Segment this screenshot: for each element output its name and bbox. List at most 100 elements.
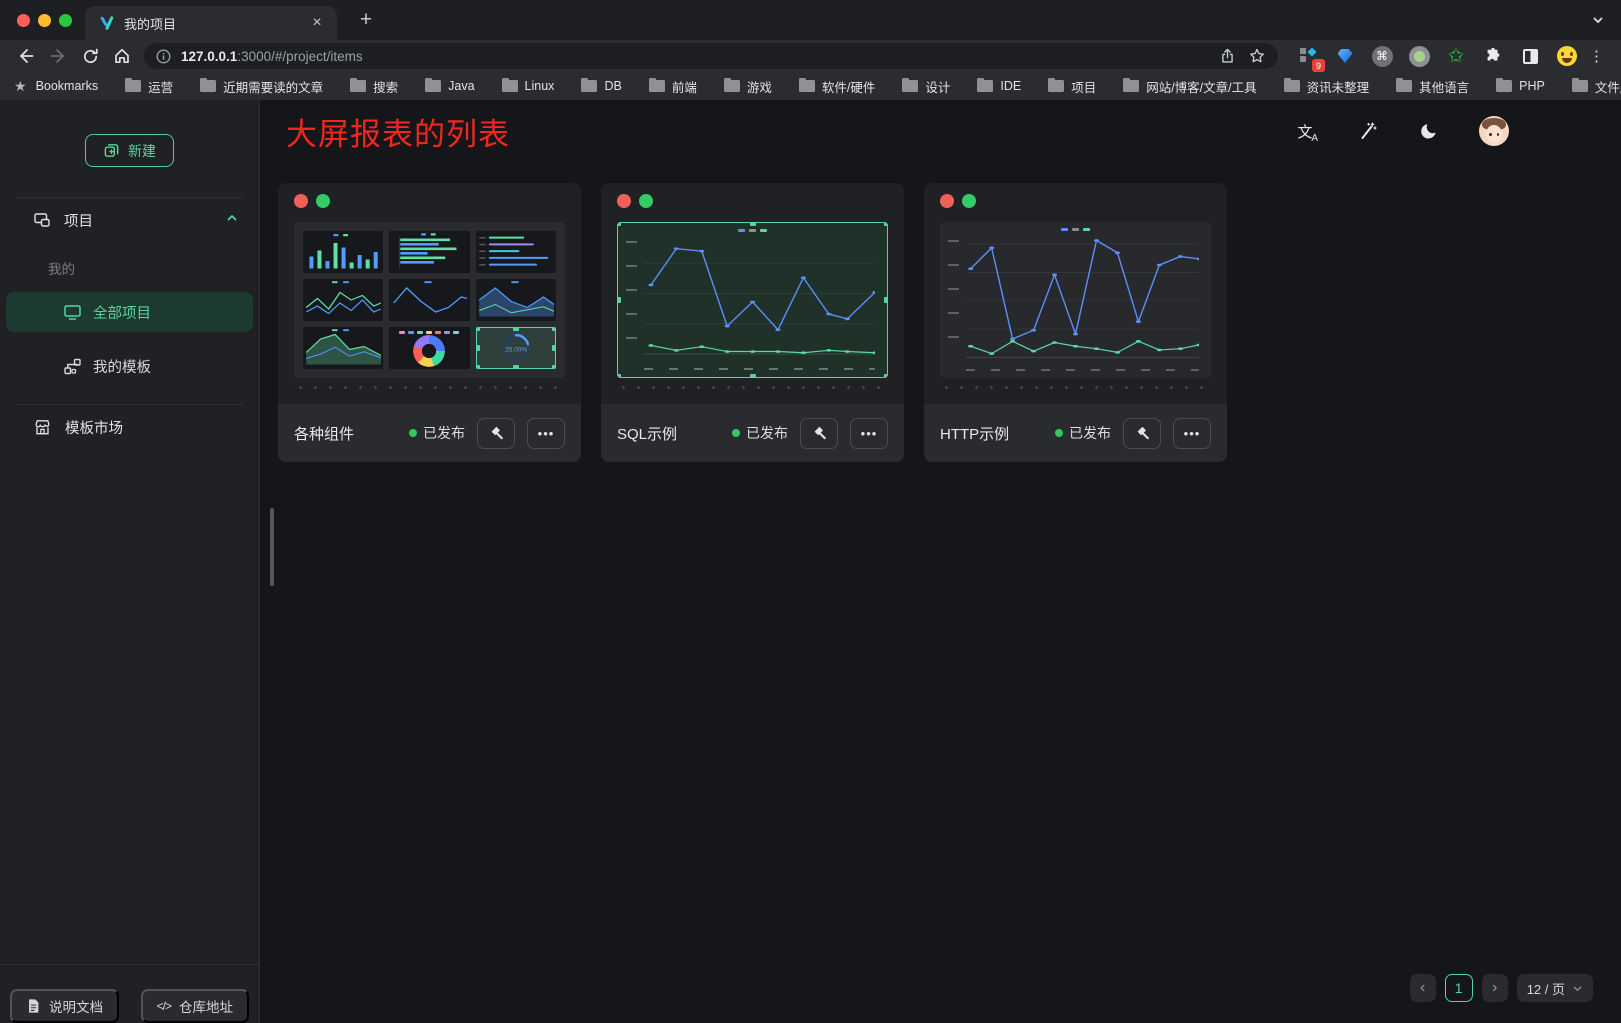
language-icon[interactable]: 文A <box>1293 119 1317 143</box>
dark-mode-moon-icon[interactable] <box>1417 119 1441 143</box>
repo-button[interactable]: </> 仓库地址 <box>141 989 249 1023</box>
tab-search-chevron-icon[interactable] <box>1591 13 1605 27</box>
bookmark-folder[interactable]: Linux <box>502 79 555 93</box>
chart-legend <box>940 228 1211 231</box>
bookmark-folder[interactable]: 游戏 <box>724 77 772 96</box>
extension-grid-icon[interactable]: 9 <box>1296 44 1320 68</box>
folder-icon <box>977 80 993 92</box>
magic-wand-icon[interactable] <box>1355 119 1379 143</box>
bookmarks-label[interactable]: Bookmarks <box>36 79 99 93</box>
site-info-icon[interactable] <box>155 48 172 65</box>
bookmark-folder[interactable]: 其他语言 <box>1396 77 1469 96</box>
reload-button[interactable] <box>77 43 103 69</box>
bookmark-folder[interactable]: Java <box>425 79 474 93</box>
extension-badge: 9 <box>1312 59 1325 72</box>
extension-green-dot-icon[interactable] <box>1407 44 1431 68</box>
bookmark-folder[interactable]: 近期需要读的文章 <box>200 77 323 96</box>
red-dot-icon <box>617 194 631 208</box>
extension-puzzle-icon[interactable] <box>1481 44 1505 68</box>
bookmark-folder[interactable]: 资讯未整理 <box>1284 77 1370 96</box>
current-page-button[interactable]: 1 <box>1445 974 1473 1002</box>
more-button[interactable]: ••• <box>850 418 888 449</box>
home-button[interactable] <box>109 43 135 69</box>
extension-halfsquare-icon[interactable] <box>1518 44 1542 68</box>
docs-button[interactable]: 说明文档 <box>10 989 119 1023</box>
user-avatar[interactable] <box>1479 116 1509 146</box>
card-thumbnail[interactable] <box>940 222 1211 378</box>
mini-line-chart <box>303 279 383 321</box>
edit-button[interactable] <box>800 418 838 449</box>
project-card[interactable]: HTTP示例 已发布 ••• <box>924 183 1227 462</box>
edit-button[interactable] <box>477 418 515 449</box>
green-dot-icon <box>316 194 330 208</box>
card-thumbnail[interactable]: 25.00% <box>294 222 565 378</box>
sidebar-item-my-templates[interactable]: 我的模板 <box>6 346 253 386</box>
project-card[interactable]: SQL示例 已发布 ••• <box>601 183 904 462</box>
bookmark-folder[interactable]: 网站/博客/文章/工具 <box>1123 77 1256 96</box>
bookmark-folder[interactable]: 前端 <box>649 77 697 96</box>
bookmark-folder[interactable]: 搜索 <box>350 77 398 96</box>
main-content: 大屏报表的列表 文A <box>260 100 1621 1023</box>
window-zoom-button[interactable] <box>59 14 72 27</box>
more-button[interactable]: ••• <box>527 418 565 449</box>
edit-button[interactable] <box>1123 418 1161 449</box>
template-flow-icon <box>63 357 82 376</box>
prev-page-button[interactable]: ‹ <box>1410 974 1436 1002</box>
window-minimize-button[interactable] <box>38 14 51 27</box>
bookmark-folder[interactable]: DB <box>581 79 621 93</box>
folder-icon <box>1123 80 1139 92</box>
project-card[interactable]: 25.00% 各种组件 已发布 <box>278 183 581 462</box>
address-bar[interactable]: 127.0.0.1:3000/#/project/items <box>144 43 1278 69</box>
bookmark-folder[interactable]: 设计 <box>902 77 950 96</box>
bookmark-star-icon[interactable] <box>1246 45 1268 67</box>
bookmark-folder[interactable]: 软件/硬件 <box>799 77 875 96</box>
bookmarks-star-icon[interactable]: ★ <box>14 78 27 95</box>
browser-toolbar: 127.0.0.1:3000/#/project/items 9 ⌘ ✩ ⋮ <box>0 40 1621 72</box>
new-project-button[interactable]: 新建 <box>85 134 174 167</box>
extension-gem-icon[interactable] <box>1333 44 1357 68</box>
folder-icon <box>581 80 597 92</box>
chevron-up-icon[interactable] <box>225 211 239 229</box>
window-close-button[interactable] <box>17 14 30 27</box>
scrollbar-thumb[interactable] <box>270 508 274 586</box>
share-icon[interactable] <box>1216 45 1238 67</box>
card-thumbnail[interactable] <box>617 222 888 378</box>
line-chart-selected <box>617 222 888 378</box>
extension-smiley-icon[interactable] <box>1555 44 1579 68</box>
line-chart <box>940 222 1211 378</box>
browser-tab[interactable]: 我的项目 × <box>85 6 337 40</box>
forward-button[interactable] <box>45 43 71 69</box>
y-axis-ticks <box>626 241 637 357</box>
bookmark-folder[interactable]: 文件服务器 <box>1572 77 1621 96</box>
tab-close-icon[interactable]: × <box>307 13 327 33</box>
bookmark-folder[interactable]: IDE <box>977 79 1021 93</box>
green-dot-icon <box>962 194 976 208</box>
url-path: :3000/#/project/items <box>237 49 362 64</box>
sidebar-item-all-projects[interactable]: 全部项目 <box>6 292 253 332</box>
back-button[interactable] <box>13 43 39 69</box>
app-header: 大屏报表的列表 文A <box>260 100 1621 162</box>
browser-menu-icon[interactable]: ⋮ <box>1589 47 1605 65</box>
bookmark-folder[interactable]: 运营 <box>125 77 173 96</box>
extension-green-star-icon[interactable]: ✩ <box>1444 44 1468 68</box>
mini-area-chart-green <box>303 327 383 369</box>
folder-icon <box>125 80 141 92</box>
folder-icon <box>902 80 918 92</box>
new-tab-button[interactable]: + <box>353 7 379 33</box>
sidebar-item-template-market[interactable]: 模板市场 <box>0 405 259 449</box>
sidebar-section-project[interactable]: 项目 <box>0 198 259 242</box>
ellipsis-icon: ••• <box>861 426 878 441</box>
card-status-dots <box>617 194 653 208</box>
card-status-dots <box>294 194 330 208</box>
dotted-separator <box>616 386 889 389</box>
page-size-select[interactable]: 12 / 页 <box>1517 974 1593 1002</box>
storefront-icon <box>33 418 52 437</box>
extensions-row: 9 ⌘ ✩ <box>1296 44 1579 68</box>
more-button[interactable]: ••• <box>1173 418 1211 449</box>
extension-command-icon[interactable]: ⌘ <box>1370 44 1394 68</box>
bookmark-folder[interactable]: PHP <box>1496 79 1545 93</box>
bookmark-folder[interactable]: 项目 <box>1048 77 1096 96</box>
folder-icon <box>1284 80 1300 92</box>
folder-icon <box>350 80 366 92</box>
next-page-button[interactable]: › <box>1482 974 1508 1002</box>
